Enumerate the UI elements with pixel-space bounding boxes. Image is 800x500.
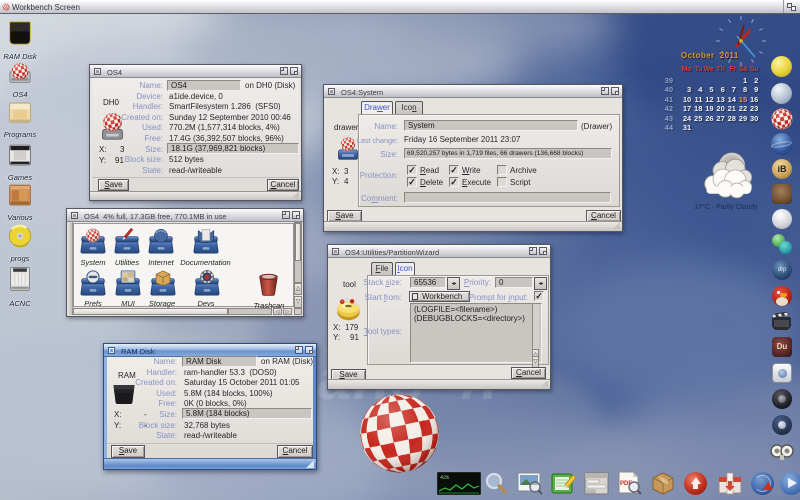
- svg-text:42%: 42%: [440, 475, 449, 481]
